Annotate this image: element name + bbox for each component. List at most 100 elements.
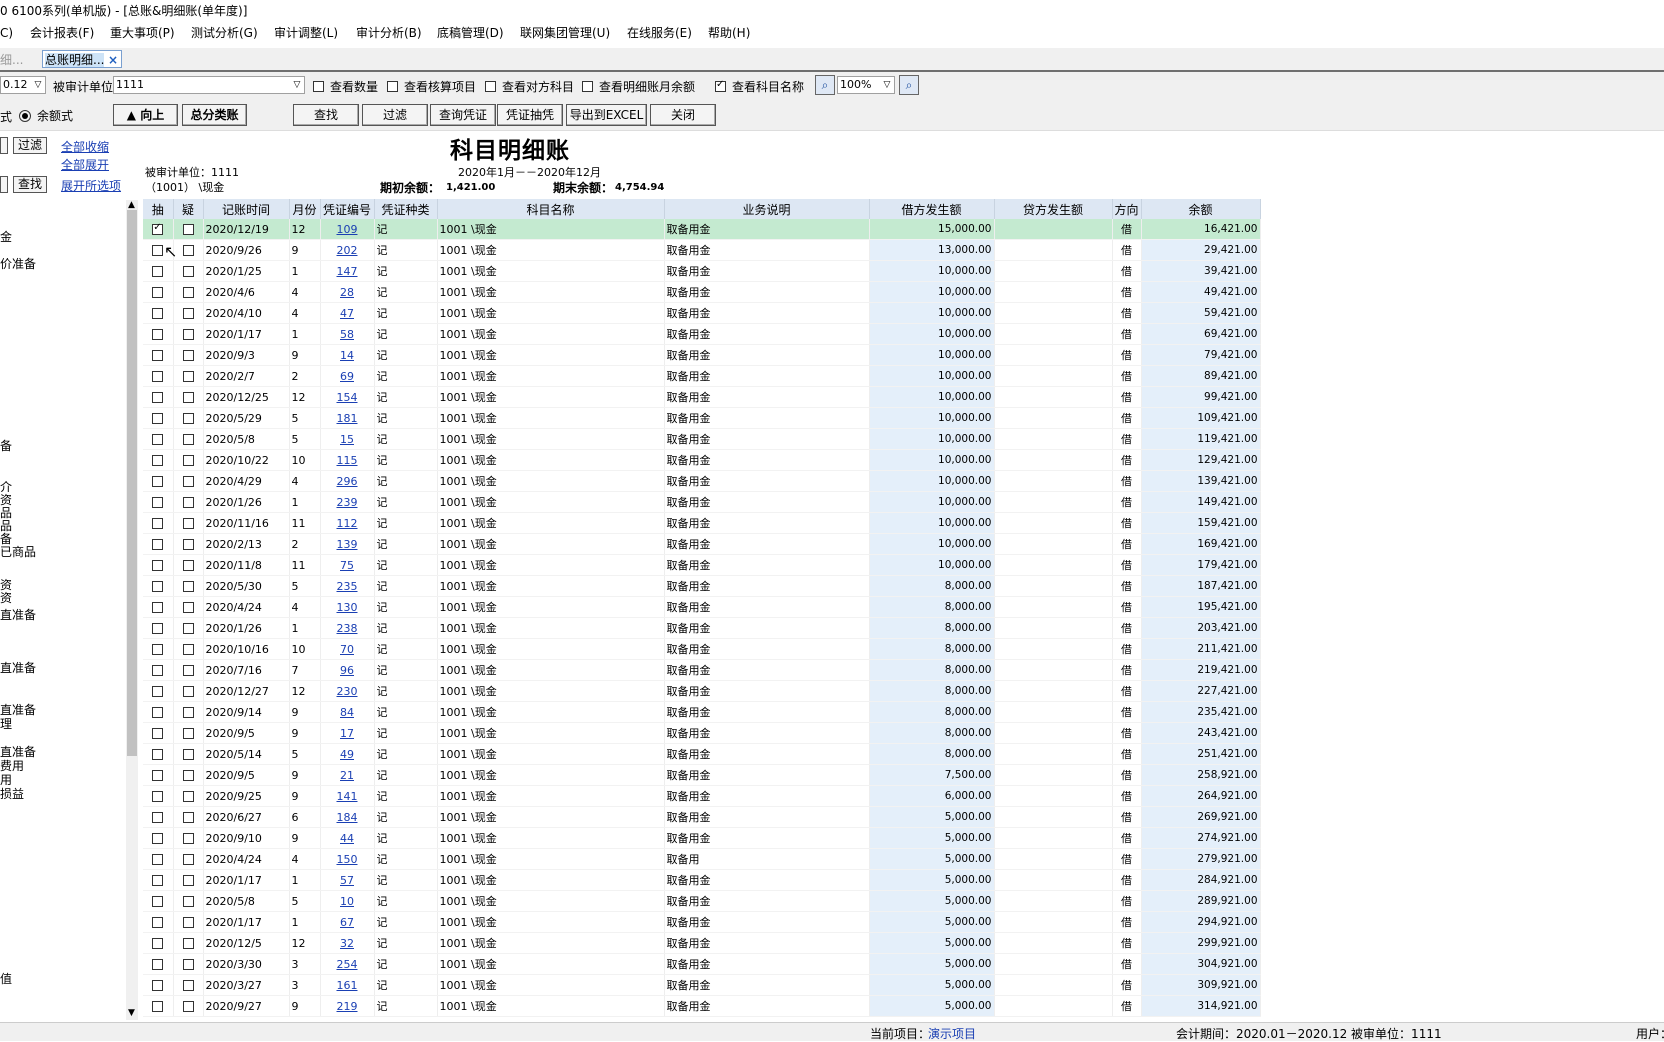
table-row[interactable]: 2020/2/7 2 69 记 1001 \现金 取备用金 10,000.00 借 89,421… — [143, 365, 1261, 387]
cell-voucher-no[interactable]: 70 — [320, 638, 375, 660]
cell-direction[interactable]: 借 — [1112, 491, 1142, 513]
cell-balance[interactable]: 119,421.00 — [1141, 428, 1261, 450]
doubt-checkbox[interactable] — [182, 497, 194, 508]
voucher-link[interactable]: 67 — [340, 916, 354, 929]
voucher-link[interactable]: 235 — [337, 580, 358, 593]
table-row[interactable]: 2020/5/30 5 235 记 1001 \现金 取备用金 8,000.00 借 187,4… — [143, 575, 1261, 597]
cell-balance[interactable]: 29,421.00 — [1141, 239, 1261, 261]
cell-debit[interactable]: 5,000.00 — [869, 827, 995, 849]
cell-sample[interactable] — [143, 554, 174, 576]
sample-checkbox[interactable] — [152, 833, 164, 844]
cell-credit[interactable] — [994, 533, 1113, 555]
tree-find-button[interactable]: 查找 — [13, 176, 47, 193]
col-header-description[interactable]: 业务说明 — [664, 199, 870, 219]
sample-checkbox[interactable] — [152, 371, 164, 382]
cell-date[interactable]: 2020/12/19 — [203, 219, 290, 240]
sample-checkbox[interactable] — [152, 222, 164, 235]
cell-debit[interactable]: 10,000.00 — [869, 470, 995, 492]
cell-direction[interactable]: 借 — [1112, 995, 1142, 1017]
cell-debit[interactable]: 10,000.00 — [869, 449, 995, 471]
cell-description[interactable]: 取备用金 — [664, 869, 870, 891]
sample-checkbox[interactable] — [152, 1001, 164, 1012]
cell-voucher-type[interactable]: 记 — [374, 680, 438, 702]
menu-item-reports[interactable]: 会计报表(F) — [30, 24, 94, 42]
cell-account[interactable]: 1001 \现金 — [437, 617, 665, 639]
doubt-checkbox[interactable] — [182, 392, 194, 403]
cell-balance[interactable]: 99,421.00 — [1141, 386, 1261, 408]
table-row[interactable]: 2020/9/25 9 141 记 1001 \现金 取备用金 6,000.00 借 264,9… — [143, 785, 1261, 807]
cell-sample[interactable] — [143, 890, 174, 912]
cell-doubt[interactable] — [173, 428, 204, 450]
cell-doubt[interactable] — [173, 953, 204, 975]
cell-balance[interactable]: 227,421.00 — [1141, 680, 1261, 702]
cell-sample[interactable] — [143, 596, 174, 618]
cell-doubt[interactable] — [173, 386, 204, 408]
tab-previous[interactable]: 细... — [0, 51, 23, 68]
cell-direction[interactable]: 借 — [1112, 533, 1142, 555]
cell-credit[interactable] — [994, 659, 1113, 681]
sample-checkbox[interactable] — [152, 560, 164, 571]
cell-balance[interactable]: 195,421.00 — [1141, 596, 1261, 618]
cell-account[interactable]: 1001 \现金 — [437, 512, 665, 534]
doubt-checkbox[interactable] — [182, 224, 194, 235]
doubt-checkbox[interactable] — [182, 896, 194, 907]
tree-node[interactable]: 值 — [0, 970, 12, 987]
doubt-checkbox[interactable] — [182, 266, 194, 277]
cell-direction[interactable]: 借 — [1112, 974, 1142, 996]
doubt-checkbox[interactable] — [182, 980, 194, 991]
cell-direction[interactable]: 借 — [1112, 827, 1142, 849]
table-row[interactable]: 2020/2/13 2 139 记 1001 \现金 取备用金 10,000.00 借 169,… — [143, 533, 1261, 555]
voucher-link[interactable]: 141 — [337, 790, 358, 803]
table-row[interactable]: 2020/9/14 9 84 记 1001 \现金 取备用金 8,000.00 借 235,42… — [143, 701, 1261, 723]
cell-balance[interactable]: 159,421.00 — [1141, 512, 1261, 534]
cell-debit[interactable]: 10,000.00 — [869, 428, 995, 450]
cell-sample[interactable] — [143, 932, 174, 954]
cell-month[interactable]: 1 — [289, 491, 321, 513]
view-quantity-checkbox[interactable]: 查看数量 — [313, 78, 378, 95]
sample-voucher-button[interactable]: 凭证抽凭 — [497, 104, 563, 126]
cell-account[interactable]: 1001 \现金 — [437, 890, 665, 912]
cell-month[interactable]: 12 — [289, 932, 321, 954]
cell-sample[interactable] — [143, 575, 174, 597]
cell-debit[interactable]: 8,000.00 — [869, 659, 995, 681]
cell-direction[interactable]: 借 — [1112, 386, 1142, 408]
cell-doubt[interactable] — [173, 806, 204, 828]
cell-direction[interactable]: 借 — [1112, 659, 1142, 681]
cell-debit[interactable]: 8,000.00 — [869, 617, 995, 639]
cell-credit[interactable] — [994, 302, 1113, 324]
cell-doubt[interactable] — [173, 974, 204, 996]
voucher-link[interactable]: 161 — [337, 979, 358, 992]
sample-checkbox[interactable] — [152, 623, 164, 634]
doubt-checkbox[interactable] — [182, 791, 194, 802]
cell-description[interactable]: 取备用金 — [664, 428, 870, 450]
tree-node[interactable]: 已商品 — [0, 543, 36, 560]
cell-month[interactable]: 1 — [289, 323, 321, 345]
cell-voucher-type[interactable]: 记 — [374, 512, 438, 534]
scroll-down-icon[interactable]: ▼ — [128, 1008, 135, 1018]
cell-description[interactable]: 取备用金 — [664, 533, 870, 555]
checkbox-box[interactable] — [485, 81, 496, 92]
sample-checkbox[interactable] — [152, 287, 164, 298]
cell-month[interactable]: 1 — [289, 260, 321, 282]
cell-direction[interactable]: 借 — [1112, 428, 1142, 450]
table-row[interactable]: 2020/10/22 10 115 记 1001 \现金 取备用金 10,000.00 借 12… — [143, 449, 1261, 471]
table-row[interactable]: 2020/12/1912 109 记1001 \现金取备用金15,000.00 借16… — [143, 219, 1261, 240]
cell-voucher-no[interactable]: 238 — [320, 617, 375, 639]
cell-account[interactable]: 1001 \现金 — [437, 764, 665, 786]
cell-date[interactable]: 2020/11/8 — [203, 554, 290, 576]
cell-voucher-no[interactable]: 96 — [320, 659, 375, 681]
cell-doubt[interactable] — [173, 617, 204, 639]
cell-debit[interactable]: 8,000.00 — [869, 722, 995, 744]
cell-date[interactable]: 2020/2/13 — [203, 533, 290, 555]
table-row[interactable]: 2020/3/27 3 161 记 1001 \现金 取备用金 5,000.00 借 309,9… — [143, 974, 1261, 996]
cell-voucher-type[interactable]: 记 — [374, 533, 438, 555]
voucher-link[interactable]: 239 — [337, 496, 358, 509]
cell-direction[interactable]: 借 — [1112, 848, 1142, 870]
cell-direction[interactable]: 借 — [1112, 953, 1142, 975]
expand-all-link[interactable]: 全部展开 — [61, 156, 109, 173]
tab-ledger-detail[interactable]: 总账明细... × — [42, 50, 122, 68]
zoom-out-icon[interactable]: ⌕ — [815, 75, 835, 95]
cell-description[interactable]: 取备用金 — [664, 617, 870, 639]
table-row[interactable]: 2020/4/24 4 130 记 1001 \现金 取备用金 8,000.00 借 195,4… — [143, 596, 1261, 618]
cell-credit[interactable] — [994, 575, 1113, 597]
